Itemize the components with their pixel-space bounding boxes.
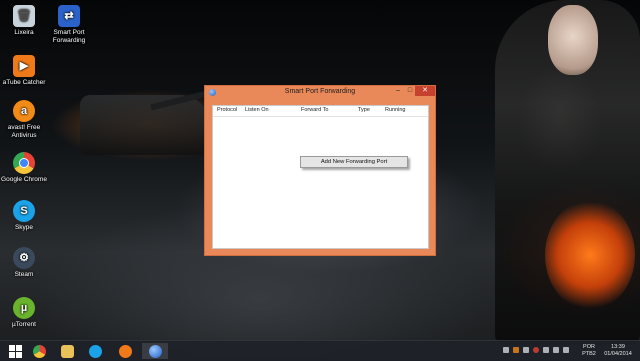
skype-icon: S: [13, 200, 35, 222]
close-button[interactable]: ✕: [415, 86, 435, 96]
taskbar-chrome[interactable]: [26, 343, 52, 359]
desktop-icon-avast[interactable]: a avast! Free Antivirus: [0, 100, 48, 140]
taskbar-atube-catcher[interactable]: [112, 343, 138, 359]
atube-catcher-icon: ▶: [13, 55, 35, 77]
folder-icon: [60, 344, 74, 358]
desktop-icon-label: Lixeira: [14, 29, 34, 36]
wallpaper-figure-glow: [545, 200, 635, 310]
desktop-icon-recycle-bin[interactable]: 🗑 Lixeira: [0, 5, 48, 37]
keyboard-layout: PTB2: [582, 351, 596, 357]
desktop-icon-label: Skype: [14, 224, 34, 231]
taskbar-file-explorer[interactable]: [54, 343, 80, 359]
clock[interactable]: 13:39 01/04/2014: [600, 344, 636, 358]
column-type[interactable]: Type: [358, 107, 370, 113]
column-forward-to[interactable]: Forward To: [301, 107, 328, 113]
column-running[interactable]: Running: [385, 107, 406, 113]
desktop-icon-steam[interactable]: ⚙ Steam: [0, 247, 48, 279]
system-tray: POR PTB2 13:39 01/04/2014: [500, 341, 640, 361]
list-header: Protocol Listen On Forward To Type Runni…: [213, 106, 428, 117]
taskbar-smart-port-forwarding[interactable]: [142, 343, 168, 359]
recycle-bin-icon: 🗑: [13, 5, 35, 27]
language-indicator[interactable]: POR PTB2: [578, 344, 600, 358]
taskbar: POR PTB2 13:39 01/04/2014: [0, 340, 640, 361]
windows-start-icon: [8, 344, 22, 358]
skype-icon: [88, 344, 102, 358]
desktop-icon-smart-port-forwarding[interactable]: ⇄ Smart Port Forwarding: [45, 5, 93, 45]
tray-avast-icon[interactable]: [513, 347, 519, 353]
desktop-icon-atube-catcher[interactable]: ▶ aTube Catcher: [0, 55, 48, 87]
window-titlebar[interactable]: Smart Port Forwarding – □ ✕: [205, 86, 435, 100]
tray-action-center-icon[interactable]: [563, 347, 569, 353]
forwarding-ports-list[interactable]: Protocol Listen On Forward To Type Runni…: [212, 105, 429, 249]
steam-icon: ⚙: [13, 247, 35, 269]
desktop-icon-utorrent[interactable]: µ µTorrent: [0, 297, 48, 329]
minimize-button[interactable]: –: [392, 86, 404, 96]
desktop-icon-label: Smart Port Forwarding: [52, 29, 86, 44]
language-code: POR: [583, 344, 595, 350]
smart-port-forwarding-icon: ⇄: [58, 5, 80, 27]
tray-chrome-icon[interactable]: [533, 347, 539, 353]
tray-app-icon[interactable]: [523, 347, 529, 353]
desktop-icon-label: Google Chrome: [1, 176, 47, 183]
chrome-icon: [32, 344, 46, 358]
desktop-icon-label: avast! Free Antivirus: [7, 124, 41, 139]
smart-port-forwarding-icon: [148, 344, 162, 358]
desktop-icon-label: Steam: [14, 271, 34, 278]
tray-up-arrow-icon[interactable]: [503, 347, 509, 353]
column-listen-on[interactable]: Listen On: [245, 107, 269, 113]
smart-port-forwarding-window: Smart Port Forwarding – □ ✕ Protocol Lis…: [204, 85, 436, 256]
chrome-icon: [13, 152, 35, 174]
wallpaper-tank: [80, 95, 210, 155]
add-new-forwarding-port-button[interactable]: Add New Forwarding Port: [300, 156, 408, 168]
clock-time: 13:39: [611, 344, 625, 350]
desktop-icon-chrome[interactable]: Google Chrome: [0, 152, 48, 184]
desktop-icon-skype[interactable]: S Skype: [0, 200, 48, 232]
taskbar-skype[interactable]: [82, 343, 108, 359]
start-button[interactable]: [2, 343, 28, 359]
desktop-icon-label: µTorrent: [12, 321, 36, 328]
atube-catcher-icon: [118, 344, 132, 358]
tray-network-icon[interactable]: [543, 347, 549, 353]
avast-icon: a: [13, 100, 35, 122]
tray-volume-icon[interactable]: [553, 347, 559, 353]
desktop-icon-label: aTube Catcher: [2, 79, 46, 86]
wallpaper-figure-face: [548, 5, 598, 75]
utorrent-icon: µ: [13, 297, 35, 319]
clock-date: 01/04/2014: [604, 351, 632, 357]
column-protocol[interactable]: Protocol: [217, 107, 237, 113]
